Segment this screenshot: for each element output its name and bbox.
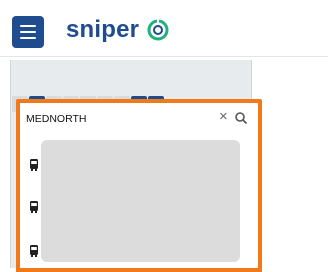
results-list: [16, 134, 262, 272]
logo-mark-icon: [147, 18, 169, 41]
bus-icon[interactable]: [28, 244, 40, 258]
redacted-results-overlay: [41, 140, 240, 262]
bus-icon[interactable]: [28, 200, 40, 214]
brand-logo: sniper: [66, 16, 140, 43]
bus-icon[interactable]: [28, 158, 40, 172]
search-input[interactable]: [24, 107, 208, 131]
menu-icon-bar: [20, 31, 36, 33]
menu-icon-bar: [20, 25, 36, 27]
search-icon[interactable]: [234, 111, 248, 125]
menu-icon-bar: [20, 37, 36, 39]
hamburger-menu-button[interactable]: [12, 16, 44, 48]
clear-icon[interactable]: ×: [219, 109, 228, 124]
top-header: sniper: [0, 0, 328, 57]
search-box: ×: [16, 99, 262, 139]
